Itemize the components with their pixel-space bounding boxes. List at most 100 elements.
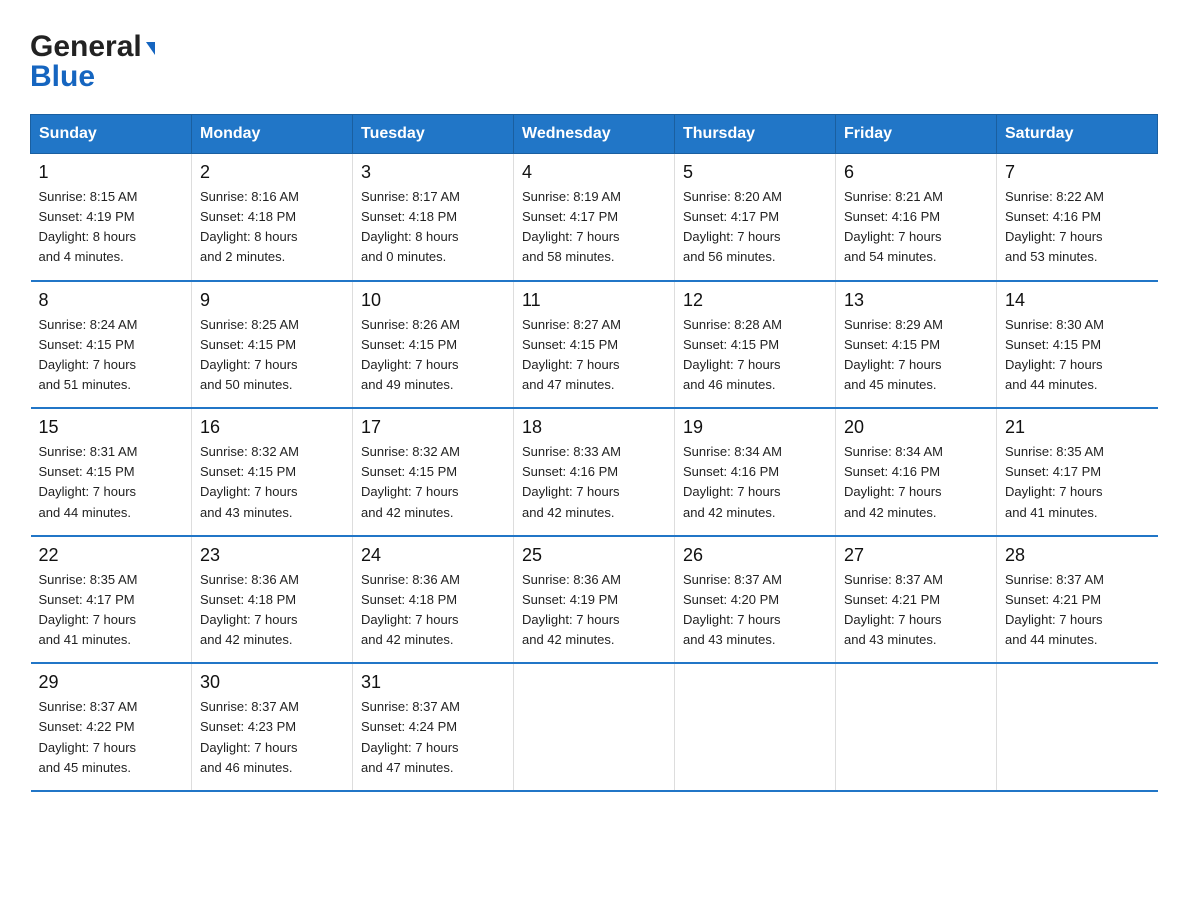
- day-number: 15: [39, 417, 184, 438]
- calendar-cell: 19 Sunrise: 8:34 AMSunset: 4:16 PMDaylig…: [675, 408, 836, 536]
- calendar-cell: 6 Sunrise: 8:21 AMSunset: 4:16 PMDayligh…: [836, 154, 997, 281]
- day-number: 1: [39, 162, 184, 183]
- header-wednesday: Wednesday: [514, 115, 675, 154]
- day-info: Sunrise: 8:37 AMSunset: 4:21 PMDaylight:…: [844, 570, 988, 651]
- calendar-cell: 1 Sunrise: 8:15 AMSunset: 4:19 PMDayligh…: [31, 154, 192, 281]
- calendar-cell: 20 Sunrise: 8:34 AMSunset: 4:16 PMDaylig…: [836, 408, 997, 536]
- day-number: 18: [522, 417, 666, 438]
- calendar-cell: [836, 663, 997, 791]
- calendar-week-row: 15 Sunrise: 8:31 AMSunset: 4:15 PMDaylig…: [31, 408, 1158, 536]
- calendar-cell: 5 Sunrise: 8:20 AMSunset: 4:17 PMDayligh…: [675, 154, 836, 281]
- calendar-cell: 17 Sunrise: 8:32 AMSunset: 4:15 PMDaylig…: [353, 408, 514, 536]
- day-number: 16: [200, 417, 344, 438]
- day-info: Sunrise: 8:37 AMSunset: 4:22 PMDaylight:…: [39, 697, 184, 778]
- calendar-table: SundayMondayTuesdayWednesdayThursdayFrid…: [30, 114, 1158, 792]
- day-info: Sunrise: 8:34 AMSunset: 4:16 PMDaylight:…: [844, 442, 988, 523]
- calendar-cell: 13 Sunrise: 8:29 AMSunset: 4:15 PMDaylig…: [836, 281, 997, 409]
- calendar-cell: 31 Sunrise: 8:37 AMSunset: 4:24 PMDaylig…: [353, 663, 514, 791]
- day-info: Sunrise: 8:25 AMSunset: 4:15 PMDaylight:…: [200, 315, 344, 396]
- day-number: 9: [200, 290, 344, 311]
- calendar-cell: 29 Sunrise: 8:37 AMSunset: 4:22 PMDaylig…: [31, 663, 192, 791]
- page-header: General Blue: [30, 30, 1158, 94]
- day-info: Sunrise: 8:30 AMSunset: 4:15 PMDaylight:…: [1005, 315, 1150, 396]
- day-info: Sunrise: 8:21 AMSunset: 4:16 PMDaylight:…: [844, 187, 988, 268]
- calendar-cell: 26 Sunrise: 8:37 AMSunset: 4:20 PMDaylig…: [675, 536, 836, 664]
- calendar-week-row: 29 Sunrise: 8:37 AMSunset: 4:22 PMDaylig…: [31, 663, 1158, 791]
- logo-arrow-icon: [146, 42, 155, 55]
- day-number: 29: [39, 672, 184, 693]
- logo-line1: General: [30, 30, 155, 64]
- day-info: Sunrise: 8:37 AMSunset: 4:23 PMDaylight:…: [200, 697, 344, 778]
- day-number: 5: [683, 162, 827, 183]
- day-info: Sunrise: 8:17 AMSunset: 4:18 PMDaylight:…: [361, 187, 505, 268]
- calendar-cell: 23 Sunrise: 8:36 AMSunset: 4:18 PMDaylig…: [192, 536, 353, 664]
- calendar-cell: 8 Sunrise: 8:24 AMSunset: 4:15 PMDayligh…: [31, 281, 192, 409]
- day-info: Sunrise: 8:22 AMSunset: 4:16 PMDaylight:…: [1005, 187, 1150, 268]
- calendar-cell: 30 Sunrise: 8:37 AMSunset: 4:23 PMDaylig…: [192, 663, 353, 791]
- day-info: Sunrise: 8:31 AMSunset: 4:15 PMDaylight:…: [39, 442, 184, 523]
- day-number: 31: [361, 672, 505, 693]
- calendar-cell: 15 Sunrise: 8:31 AMSunset: 4:15 PMDaylig…: [31, 408, 192, 536]
- header-friday: Friday: [836, 115, 997, 154]
- calendar-cell: [997, 663, 1158, 791]
- day-info: Sunrise: 8:19 AMSunset: 4:17 PMDaylight:…: [522, 187, 666, 268]
- day-number: 23: [200, 545, 344, 566]
- day-number: 28: [1005, 545, 1150, 566]
- calendar-cell: 28 Sunrise: 8:37 AMSunset: 4:21 PMDaylig…: [997, 536, 1158, 664]
- logo: General Blue: [30, 30, 155, 94]
- day-info: Sunrise: 8:35 AMSunset: 4:17 PMDaylight:…: [39, 570, 184, 651]
- calendar-cell: 10 Sunrise: 8:26 AMSunset: 4:15 PMDaylig…: [353, 281, 514, 409]
- day-info: Sunrise: 8:36 AMSunset: 4:18 PMDaylight:…: [200, 570, 344, 651]
- day-number: 6: [844, 162, 988, 183]
- calendar-cell: 18 Sunrise: 8:33 AMSunset: 4:16 PMDaylig…: [514, 408, 675, 536]
- calendar-cell: [675, 663, 836, 791]
- calendar-cell: 27 Sunrise: 8:37 AMSunset: 4:21 PMDaylig…: [836, 536, 997, 664]
- header-thursday: Thursday: [675, 115, 836, 154]
- day-number: 3: [361, 162, 505, 183]
- header-saturday: Saturday: [997, 115, 1158, 154]
- day-info: Sunrise: 8:37 AMSunset: 4:20 PMDaylight:…: [683, 570, 827, 651]
- day-info: Sunrise: 8:27 AMSunset: 4:15 PMDaylight:…: [522, 315, 666, 396]
- day-number: 20: [844, 417, 988, 438]
- day-info: Sunrise: 8:15 AMSunset: 4:19 PMDaylight:…: [39, 187, 184, 268]
- day-info: Sunrise: 8:26 AMSunset: 4:15 PMDaylight:…: [361, 315, 505, 396]
- day-info: Sunrise: 8:20 AMSunset: 4:17 PMDaylight:…: [683, 187, 827, 268]
- day-number: 25: [522, 545, 666, 566]
- day-number: 14: [1005, 290, 1150, 311]
- calendar-cell: 11 Sunrise: 8:27 AMSunset: 4:15 PMDaylig…: [514, 281, 675, 409]
- day-number: 11: [522, 290, 666, 311]
- day-number: 21: [1005, 417, 1150, 438]
- day-number: 4: [522, 162, 666, 183]
- day-number: 27: [844, 545, 988, 566]
- day-info: Sunrise: 8:33 AMSunset: 4:16 PMDaylight:…: [522, 442, 666, 523]
- day-info: Sunrise: 8:32 AMSunset: 4:15 PMDaylight:…: [200, 442, 344, 523]
- day-info: Sunrise: 8:36 AMSunset: 4:18 PMDaylight:…: [361, 570, 505, 651]
- day-number: 13: [844, 290, 988, 311]
- day-info: Sunrise: 8:16 AMSunset: 4:18 PMDaylight:…: [200, 187, 344, 268]
- calendar-week-row: 22 Sunrise: 8:35 AMSunset: 4:17 PMDaylig…: [31, 536, 1158, 664]
- calendar-cell: 14 Sunrise: 8:30 AMSunset: 4:15 PMDaylig…: [997, 281, 1158, 409]
- day-info: Sunrise: 8:37 AMSunset: 4:24 PMDaylight:…: [361, 697, 505, 778]
- day-number: 17: [361, 417, 505, 438]
- logo-general-text: General: [30, 30, 142, 64]
- calendar-cell: 24 Sunrise: 8:36 AMSunset: 4:18 PMDaylig…: [353, 536, 514, 664]
- calendar-cell: 3 Sunrise: 8:17 AMSunset: 4:18 PMDayligh…: [353, 154, 514, 281]
- day-info: Sunrise: 8:35 AMSunset: 4:17 PMDaylight:…: [1005, 442, 1150, 523]
- day-info: Sunrise: 8:32 AMSunset: 4:15 PMDaylight:…: [361, 442, 505, 523]
- calendar-week-row: 1 Sunrise: 8:15 AMSunset: 4:19 PMDayligh…: [31, 154, 1158, 281]
- calendar-cell: 9 Sunrise: 8:25 AMSunset: 4:15 PMDayligh…: [192, 281, 353, 409]
- day-number: 19: [683, 417, 827, 438]
- day-number: 24: [361, 545, 505, 566]
- day-number: 22: [39, 545, 184, 566]
- day-info: Sunrise: 8:29 AMSunset: 4:15 PMDaylight:…: [844, 315, 988, 396]
- calendar-cell: 22 Sunrise: 8:35 AMSunset: 4:17 PMDaylig…: [31, 536, 192, 664]
- calendar-cell: 4 Sunrise: 8:19 AMSunset: 4:17 PMDayligh…: [514, 154, 675, 281]
- day-number: 10: [361, 290, 505, 311]
- header-monday: Monday: [192, 115, 353, 154]
- day-info: Sunrise: 8:28 AMSunset: 4:15 PMDaylight:…: [683, 315, 827, 396]
- day-number: 8: [39, 290, 184, 311]
- day-number: 26: [683, 545, 827, 566]
- day-info: Sunrise: 8:36 AMSunset: 4:19 PMDaylight:…: [522, 570, 666, 651]
- day-number: 2: [200, 162, 344, 183]
- calendar-week-row: 8 Sunrise: 8:24 AMSunset: 4:15 PMDayligh…: [31, 281, 1158, 409]
